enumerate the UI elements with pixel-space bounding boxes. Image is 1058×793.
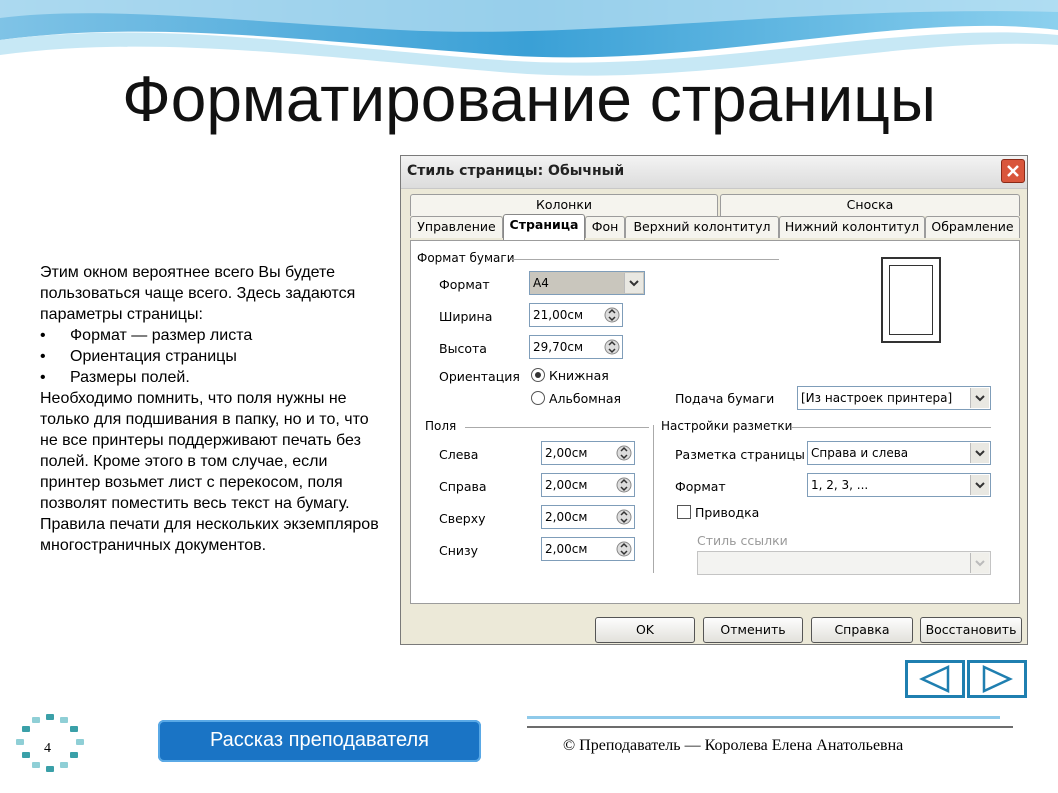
register-checkbox[interactable]	[677, 505, 691, 519]
portrait-label: Книжная	[549, 368, 609, 383]
section-paper-format: Формат бумаги	[417, 251, 515, 265]
divider	[465, 427, 649, 428]
reset-button[interactable]: Восстановить	[920, 617, 1022, 643]
tab-header[interactable]: Верхний колонтитул	[625, 216, 779, 238]
print-rules-paragraph: Правила печати для нескольких экземпляро…	[40, 516, 379, 554]
tab-footnote[interactable]: Сноска	[720, 194, 1020, 216]
height-label: Высота	[439, 341, 487, 356]
close-icon[interactable]	[1001, 159, 1025, 183]
footer-divider	[527, 716, 1000, 719]
spin-arrows-icon[interactable]	[604, 306, 620, 324]
bullet-item: • Ориентация страницы	[40, 348, 237, 365]
section-margins: Поля	[425, 419, 457, 433]
register-label: Приводка	[695, 505, 760, 520]
divider	[653, 425, 654, 573]
chevron-down-icon[interactable]	[970, 475, 989, 495]
footer-divider	[527, 726, 1013, 728]
section-layout-settings: Настройки разметки	[661, 419, 793, 433]
reference-style-select	[697, 551, 991, 575]
page-number-ring	[16, 714, 84, 772]
slide-title: Форматирование страницы	[122, 63, 936, 135]
dialog-title: Стиль страницы: Обычный	[407, 163, 625, 179]
page-style-dialog: Стиль страницы: Обычный Колонки Сноска У…	[400, 155, 1028, 645]
margin-right-label: Справа	[439, 479, 487, 494]
ok-button[interactable]: OK	[595, 617, 695, 643]
width-spinbox[interactable]: 21,00см	[529, 303, 623, 327]
spin-arrows-icon[interactable]	[616, 444, 632, 462]
landscape-radio[interactable]	[531, 391, 545, 405]
tab-footer[interactable]: Нижний колонтитул	[779, 216, 925, 238]
margin-left-label: Слева	[439, 447, 479, 462]
numbering-format-label: Формат	[675, 479, 726, 494]
margin-right-spinbox[interactable]: 2,00см	[541, 473, 635, 497]
tab-background[interactable]: Фон	[585, 216, 625, 238]
reference-style-label: Стиль ссылки	[697, 533, 788, 548]
tab-page[interactable]: Страница	[503, 214, 585, 240]
spin-arrows-icon[interactable]	[604, 338, 620, 356]
chevron-down-icon[interactable]	[624, 273, 643, 293]
margin-bottom-label: Снизу	[439, 543, 479, 558]
margin-top-label: Сверху	[439, 511, 486, 526]
teacher-story-button[interactable]: Рассказ преподавателя	[158, 720, 481, 762]
intro-paragraph: Этим окном вероятнее всего Вы будете пол…	[40, 264, 356, 323]
tab-panel: Формат бумаги Формат A4 Ширина 21,00см В…	[410, 240, 1020, 604]
dialog-titlebar: Стиль страницы: Обычный	[401, 156, 1027, 189]
bullet-item: • Размеры полей.	[40, 369, 190, 386]
orientation-label: Ориентация	[439, 369, 520, 384]
chevron-down-icon[interactable]	[970, 388, 989, 408]
landscape-label: Альбомная	[549, 391, 622, 406]
help-button[interactable]: Справка	[811, 617, 913, 643]
spin-arrows-icon[interactable]	[616, 508, 632, 526]
divider	[791, 427, 991, 428]
spin-arrows-icon[interactable]	[616, 476, 632, 494]
margin-left-spinbox[interactable]: 2,00см	[541, 441, 635, 465]
page-layout-label: Разметка страницы	[675, 447, 805, 462]
chevron-down-icon[interactable]	[970, 443, 989, 463]
margin-bottom-spinbox[interactable]: 2,00см	[541, 537, 635, 561]
paper-feed-select[interactable]: [Из настроек принтера]	[797, 386, 991, 410]
margin-top-spinbox[interactable]: 2,00см	[541, 505, 635, 529]
paper-feed-label: Подача бумаги	[675, 391, 775, 406]
portrait-radio[interactable]	[531, 368, 545, 382]
margins-paragraph: Необходимо помнить, что поля нужны не то…	[40, 390, 369, 512]
tab-borders[interactable]: Обрамление	[925, 216, 1020, 238]
spin-arrows-icon[interactable]	[616, 540, 632, 558]
tab-organizer[interactable]: Управление	[410, 216, 503, 238]
tab-columns[interactable]: Колонки	[410, 194, 718, 216]
next-slide-button[interactable]	[967, 660, 1027, 698]
chevron-down-icon	[970, 553, 989, 573]
triangle-right-icon	[982, 665, 1013, 693]
triangle-left-icon	[919, 665, 950, 693]
copyright-footer: © Преподаватель — Королева Елена Анатоль…	[563, 737, 904, 754]
numbering-format-select[interactable]: 1, 2, 3, ...	[807, 473, 991, 497]
prev-slide-button[interactable]	[905, 660, 965, 698]
page-number: 4	[44, 741, 51, 756]
cancel-button[interactable]: Отменить	[703, 617, 803, 643]
height-spinbox[interactable]: 29,70см	[529, 335, 623, 359]
width-label: Ширина	[439, 309, 493, 324]
format-label: Формат	[439, 277, 490, 292]
divider	[511, 259, 779, 260]
page-layout-select[interactable]: Справа и слева	[807, 441, 991, 465]
bullet-item: • Формат — размер листа	[40, 327, 253, 344]
paper-format-select[interactable]: A4	[529, 271, 645, 295]
description-text: Этим окном вероятнее всего Вы будете пол…	[40, 262, 380, 556]
page-preview	[881, 257, 941, 343]
